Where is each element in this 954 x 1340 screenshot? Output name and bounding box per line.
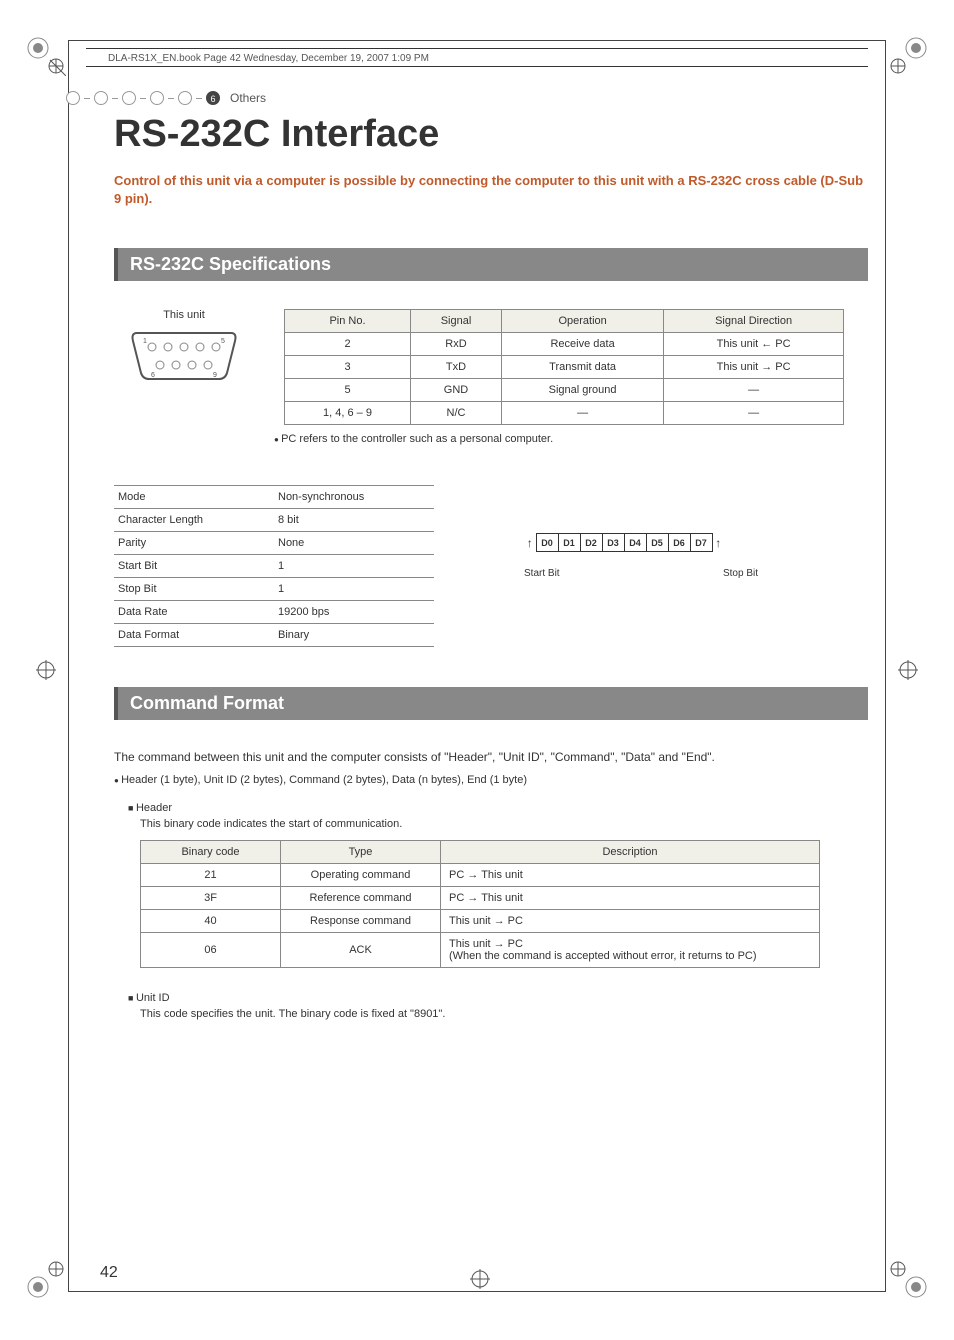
mode-table: ModeNon-synchronous Character Length8 bi… — [114, 485, 434, 647]
table-row: Data FormatBinary — [114, 624, 434, 647]
port-label: This unit — [114, 309, 254, 321]
table-row: Data Rate19200 bps — [114, 601, 434, 624]
table-row: 2RxDReceive dataThis unit ← PC — [285, 333, 844, 356]
table-row: 40Response commandThis unit → PC — [141, 910, 820, 933]
breadcrumb-num: 6 — [206, 91, 220, 105]
section-heading: RS-232C Specifications — [114, 248, 868, 281]
crop-mark-icon — [888, 650, 928, 695]
pin-table: Pin No. Signal Operation Signal Directio… — [284, 309, 844, 425]
sub-heading: Unit ID — [128, 992, 868, 1004]
cmd-bullet: Header (1 byte), Unit ID (2 bytes), Comm… — [114, 774, 868, 786]
table-row: 3TxDTransmit dataThis unit → PC — [285, 356, 844, 379]
cmd-intro: The command between this unit and the co… — [114, 748, 868, 766]
svg-text:6: 6 — [151, 372, 155, 379]
crop-mark-icon — [26, 1259, 66, 1304]
crop-mark-icon — [26, 650, 66, 695]
svg-text:5: 5 — [221, 338, 225, 345]
breadcrumb-label: Others — [230, 91, 266, 105]
sub-heading: Header — [128, 802, 868, 814]
intro-text: Control of this unit via a computer is p… — [114, 172, 868, 208]
file-header: DLA-RS1X_EN.book Page 42 Wednesday, Dece… — [86, 48, 868, 67]
frame-stop-label: Stop Bit — [723, 568, 758, 579]
dsub9-port-icon: 1 5 6 9 — [129, 329, 239, 381]
breadcrumb: 6 Others — [66, 91, 868, 105]
table-row: ParityNone — [114, 532, 434, 555]
table-row: 3FReference commandPC → This unit — [141, 887, 820, 910]
table-row: 21Operating commandPC → This unit — [141, 864, 820, 887]
pc-note: PC refers to the controller such as a pe… — [274, 433, 868, 445]
sub-desc: This code specifies the unit. The binary… — [140, 1008, 868, 1020]
svg-text:9: 9 — [213, 372, 217, 379]
page-title: RS-232C Interface — [114, 113, 868, 156]
crop-mark-icon — [888, 36, 928, 81]
frame-diagram: ↑ D0D1 D2D3 D4D5 D6D7 ↑ Start Bit Stop B… — [524, 533, 774, 579]
table-row: Start Bit1 — [114, 555, 434, 578]
table-row: Character Length8 bit — [114, 509, 434, 532]
th: Operation — [501, 310, 663, 333]
th: Signal — [411, 310, 502, 333]
sub-desc: This binary code indicates the start of … — [140, 818, 868, 830]
frame-start-label: Start Bit — [524, 568, 560, 579]
table-row: 06ACKThis unit → PC (When the command is… — [141, 933, 820, 968]
table-row: Stop Bit1 — [114, 578, 434, 601]
crop-mark-icon — [26, 36, 66, 81]
table-row: 5GNDSignal ground— — [285, 379, 844, 402]
th: Pin No. — [285, 310, 411, 333]
header-table: Binary code Type Description 21Operating… — [140, 840, 820, 968]
section-heading: Command Format — [114, 687, 868, 720]
crop-mark-icon — [888, 1259, 928, 1304]
svg-text:1: 1 — [143, 338, 147, 345]
table-row: ModeNon-synchronous — [114, 486, 434, 509]
th: Signal Direction — [664, 310, 844, 333]
table-row: 1, 4, 6 – 9N/C—— — [285, 402, 844, 425]
page-number: 42 — [100, 1264, 118, 1282]
